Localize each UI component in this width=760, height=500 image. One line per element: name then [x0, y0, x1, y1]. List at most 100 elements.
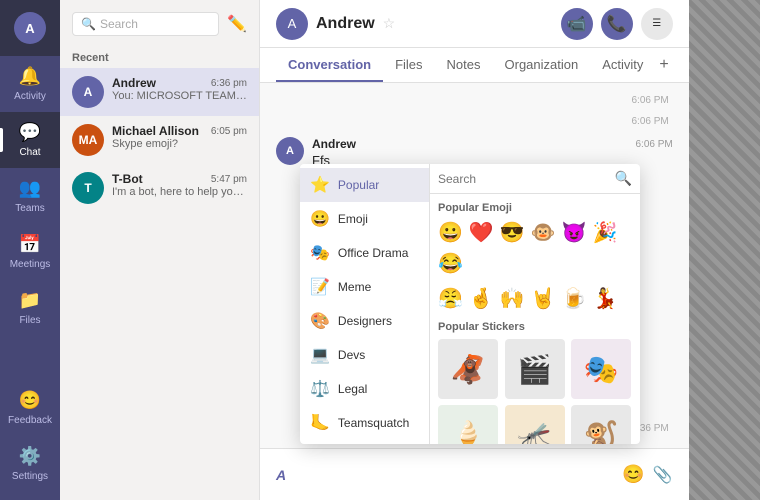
- bg-texture: [689, 0, 760, 500]
- settings-icon: ⚙️: [19, 446, 41, 467]
- input-area: A 😊 📎: [260, 448, 689, 500]
- legal-icon: ⚖️: [310, 379, 330, 399]
- sticker-search-icon: 🔍: [615, 170, 632, 187]
- format-text-button[interactable]: A: [276, 467, 286, 483]
- tab-activity[interactable]: Activity: [590, 49, 655, 82]
- emoji-13[interactable]: 💃: [593, 286, 618, 311]
- sticker-cat-devs[interactable]: 💻 Devs: [300, 338, 429, 372]
- sidebar-item-teams[interactable]: 👥 Teams: [0, 168, 60, 224]
- chat-preview-tbot: I'm a bot, here to help you use Mic...: [112, 186, 247, 198]
- sticker-3[interactable]: 🎭: [571, 339, 631, 399]
- sticker-search-bar: 🔍: [430, 164, 640, 194]
- sticker-category-sidebar: ⭐ Popular 😀 Emoji 🎭 Office Drama 📝 Meme …: [300, 164, 430, 444]
- chat-avatar-michael: MA: [72, 124, 104, 156]
- sticker-grid: 🦧 🎬 🎭 🍦 🦟 🐒: [438, 339, 632, 444]
- sticker-1[interactable]: 🦧: [438, 339, 498, 399]
- sticker-cat-designers[interactable]: 🎨 Designers: [300, 304, 429, 338]
- sticker-search-input[interactable]: [438, 172, 611, 186]
- sticker-6[interactable]: 🐒: [571, 405, 631, 444]
- chat-list-header: 🔍 Search ✏️: [60, 0, 259, 48]
- popular-icon: ⭐: [310, 175, 330, 195]
- popular-stickers-title: Popular Stickers: [438, 321, 632, 333]
- emoji-9[interactable]: 🤞: [469, 286, 494, 311]
- sticker-cat-meme[interactable]: 📝 Meme: [300, 270, 429, 304]
- sticker-cat-popular[interactable]: ⭐ Popular: [300, 168, 429, 202]
- chat-item-michael[interactable]: MA Michael Allison 6:05 pm Skype emoji?: [60, 116, 259, 164]
- emoji-11[interactable]: 🤘: [531, 286, 556, 311]
- recent-label: Recent: [60, 48, 259, 68]
- msg-sender-1: Andrew: [312, 137, 356, 151]
- sticker-cat-bummer-bert[interactable]: 😞 Bummer Bert: [300, 440, 429, 444]
- chat-list: 🔍 Search ✏️ Recent A Andrew 6:36 pm You:…: [60, 0, 260, 500]
- chat-time-michael: 6:05 pm: [211, 126, 247, 137]
- teams-icon: 👥: [19, 178, 41, 199]
- sidebar-item-activity[interactable]: 🔔 Activity: [0, 56, 60, 112]
- video-call-button[interactable]: 📹: [561, 8, 593, 40]
- sticker-content: Popular Emoji 😀 ❤️ 😎 🐵 😈 🎉 😂 😤 🤞 🙌 🤘 🍺: [430, 194, 640, 444]
- sidebar-item-meetings[interactable]: 📅 Meetings: [0, 224, 60, 280]
- timestamp-2: 6:06 PM: [276, 116, 673, 127]
- devs-icon: 💻: [310, 345, 330, 365]
- sticker-4[interactable]: 🍦: [438, 405, 498, 444]
- search-box[interactable]: 🔍 Search: [72, 12, 219, 36]
- sidebar-item-files[interactable]: 📁 Files: [0, 280, 60, 336]
- emoji-7[interactable]: 😂: [438, 251, 463, 276]
- tab-organization[interactable]: Organization: [493, 49, 591, 82]
- main-panel: A Andrew ☆ 📹 📞 ☰ Conversation Files Note…: [260, 0, 689, 500]
- emoji-row: 😀 ❤️ 😎 🐵 😈 🎉 😂: [438, 220, 632, 276]
- chat-time-andrew: 6:36 pm: [211, 78, 247, 89]
- chat-avatar-tbot: T: [72, 172, 104, 204]
- emoji-3[interactable]: 😎: [500, 220, 525, 245]
- tab-conversation[interactable]: Conversation: [276, 49, 383, 82]
- right-background: [689, 0, 760, 500]
- compose-icon[interactable]: ✏️: [227, 14, 247, 34]
- sticker-cat-emoji[interactable]: 😀 Emoji: [300, 202, 429, 236]
- popular-emoji-title: Popular Emoji: [438, 202, 632, 214]
- add-tab-button[interactable]: +: [655, 48, 672, 82]
- sticker-5[interactable]: 🦟: [505, 405, 565, 444]
- sticker-cat-office-drama[interactable]: 🎭 Office Drama: [300, 236, 429, 270]
- tab-files[interactable]: Files: [383, 49, 434, 82]
- tab-notes[interactable]: Notes: [435, 49, 493, 82]
- sticker-cat-legal[interactable]: ⚖️ Legal: [300, 372, 429, 406]
- chat-item-andrew[interactable]: A Andrew 6:36 pm You: MICROSOFT TEAMS IS…: [60, 68, 259, 116]
- sidebar-label-settings: Settings: [12, 471, 48, 482]
- sidebar-item-chat[interactable]: 💬 Chat: [0, 112, 60, 168]
- emoji-8[interactable]: 😤: [438, 286, 463, 311]
- sidebar-item-settings[interactable]: ⚙️ Settings: [0, 436, 60, 492]
- main-user-avatar: A: [276, 8, 308, 40]
- user-avatar-container[interactable]: A: [0, 0, 60, 56]
- search-placeholder: Search: [100, 17, 138, 31]
- favorite-star-icon[interactable]: ☆: [383, 15, 396, 32]
- emoji-10[interactable]: 🙌: [500, 286, 525, 311]
- chat-info-tbot: T-Bot 5:47 pm I'm a bot, here to help yo…: [112, 172, 247, 198]
- chat-time-tbot: 5:47 pm: [211, 174, 247, 185]
- attach-button[interactable]: 📎: [653, 465, 673, 485]
- sidebar-label-teams: Teams: [15, 203, 44, 214]
- chat-item-tbot[interactable]: T T-Bot 5:47 pm I'm a bot, here to help …: [60, 164, 259, 212]
- more-options-button[interactable]: ☰: [641, 8, 673, 40]
- message-input[interactable]: [294, 467, 614, 482]
- meetings-icon: 📅: [19, 234, 41, 255]
- sticker-cat-teamsquatch[interactable]: 🦶 Teamsquatch: [300, 406, 429, 440]
- emoji-4[interactable]: 🐵: [531, 220, 556, 245]
- emoji-12[interactable]: 🍺: [562, 286, 587, 311]
- designers-label: Designers: [338, 314, 392, 328]
- emoji-button[interactable]: 😊: [622, 464, 644, 485]
- emoji-6[interactable]: 🎉: [593, 220, 618, 245]
- emoji-2[interactable]: ❤️: [469, 220, 494, 245]
- sticker-2[interactable]: 🎬: [505, 339, 565, 399]
- emoji-5[interactable]: 😈: [562, 220, 587, 245]
- chat-name-andrew: Andrew: [112, 76, 156, 90]
- sidebar-bottom: 😊 Feedback ⚙️ Settings: [0, 380, 60, 500]
- sidebar-label-activity: Activity: [14, 91, 46, 102]
- chat-info-andrew: Andrew 6:36 pm You: MICROSOFT TEAMS IS N…: [112, 76, 247, 102]
- sidebar-label-chat: Chat: [19, 147, 40, 158]
- devs-label: Devs: [338, 348, 365, 362]
- emoji-1[interactable]: 😀: [438, 220, 463, 245]
- office-drama-icon: 🎭: [310, 243, 330, 263]
- feedback-icon: 😊: [19, 390, 41, 411]
- chat-preview-michael: Skype emoji?: [112, 138, 247, 150]
- phone-call-button[interactable]: 📞: [601, 8, 633, 40]
- sidebar-item-feedback[interactable]: 😊 Feedback: [0, 380, 60, 436]
